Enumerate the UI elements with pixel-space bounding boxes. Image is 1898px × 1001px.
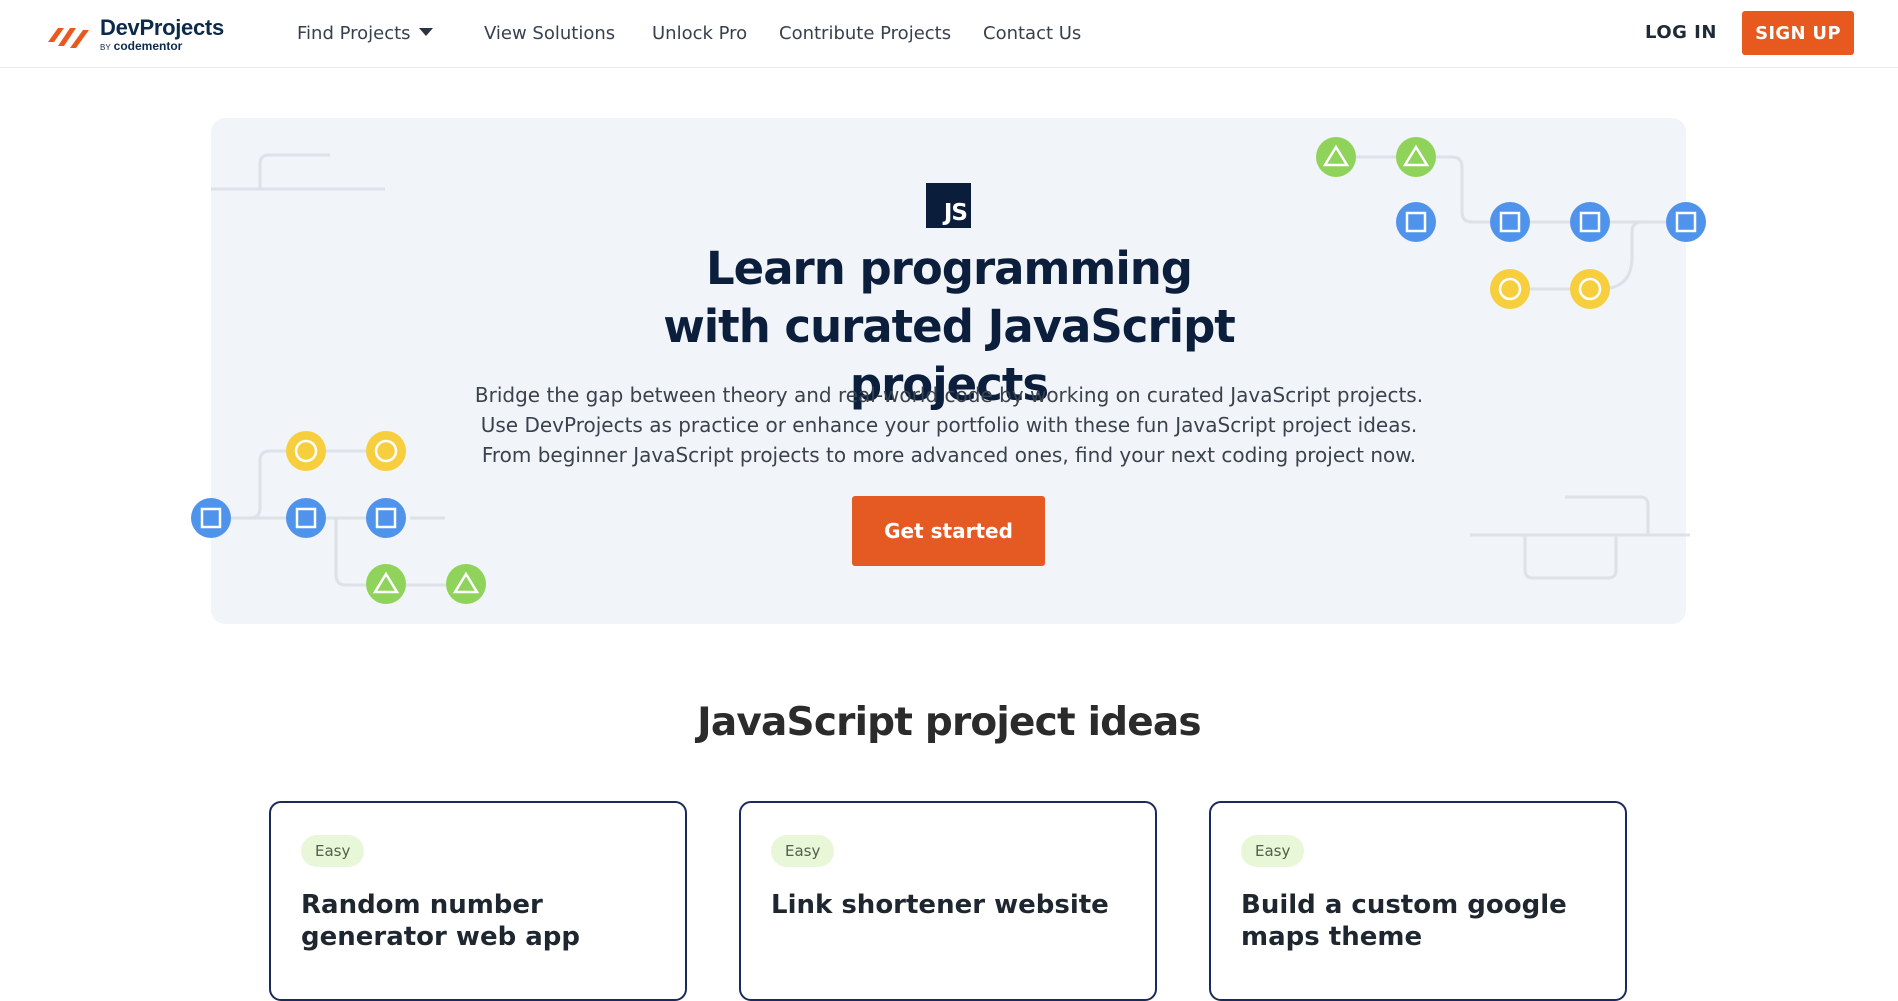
nav-view-solutions[interactable]: View Solutions [484, 23, 615, 44]
project-ideas-title: JavaScript project ideas [697, 700, 1201, 745]
devprojects-logo[interactable]: DevProjects BY codementor [46, 17, 224, 52]
difficulty-badge: Easy [771, 835, 835, 867]
nav-contact-us[interactable]: Contact Us [983, 23, 1081, 44]
login-button[interactable]: LOG IN [1645, 22, 1717, 43]
project-card-title[interactable]: Random number generator web app [301, 889, 661, 953]
top-nav: DevProjects BY codementor Find Projects V… [0, 0, 1898, 68]
signup-button[interactable]: SIGN UP [1742, 11, 1854, 55]
nav-contribute-projects[interactable]: Contribute Projects [779, 23, 951, 44]
project-card[interactable]: Easy Build a custom google maps theme [1209, 801, 1627, 1001]
hero-title-line1: Learn programming [706, 242, 1193, 295]
project-card-title[interactable]: Link shortener website [771, 889, 1131, 921]
logo-mark-icon [48, 27, 89, 48]
difficulty-badge: Easy [1241, 835, 1305, 867]
javascript-logo-icon: JS [926, 183, 971, 228]
nav-find-projects[interactable]: Find Projects [297, 23, 433, 44]
logo-name: DevProjects [100, 15, 224, 40]
hero-description: Bridge the gap between theory and real-w… [474, 383, 1424, 467]
difficulty-badge: Easy [301, 835, 365, 867]
logo-by: BY [100, 43, 111, 52]
nav-find-projects-label: Find Projects [297, 23, 411, 44]
project-card[interactable]: Easy Random number generator web app [269, 801, 687, 1001]
get-started-button[interactable]: Get started [852, 496, 1045, 566]
logo-codementor: codementor [113, 39, 183, 53]
chevron-down-icon [418, 28, 433, 36]
nav-unlock-pro[interactable]: Unlock Pro [652, 23, 747, 44]
project-card-title[interactable]: Build a custom google maps theme [1241, 889, 1601, 953]
project-card[interactable]: Easy Link shortener website [739, 801, 1157, 1001]
